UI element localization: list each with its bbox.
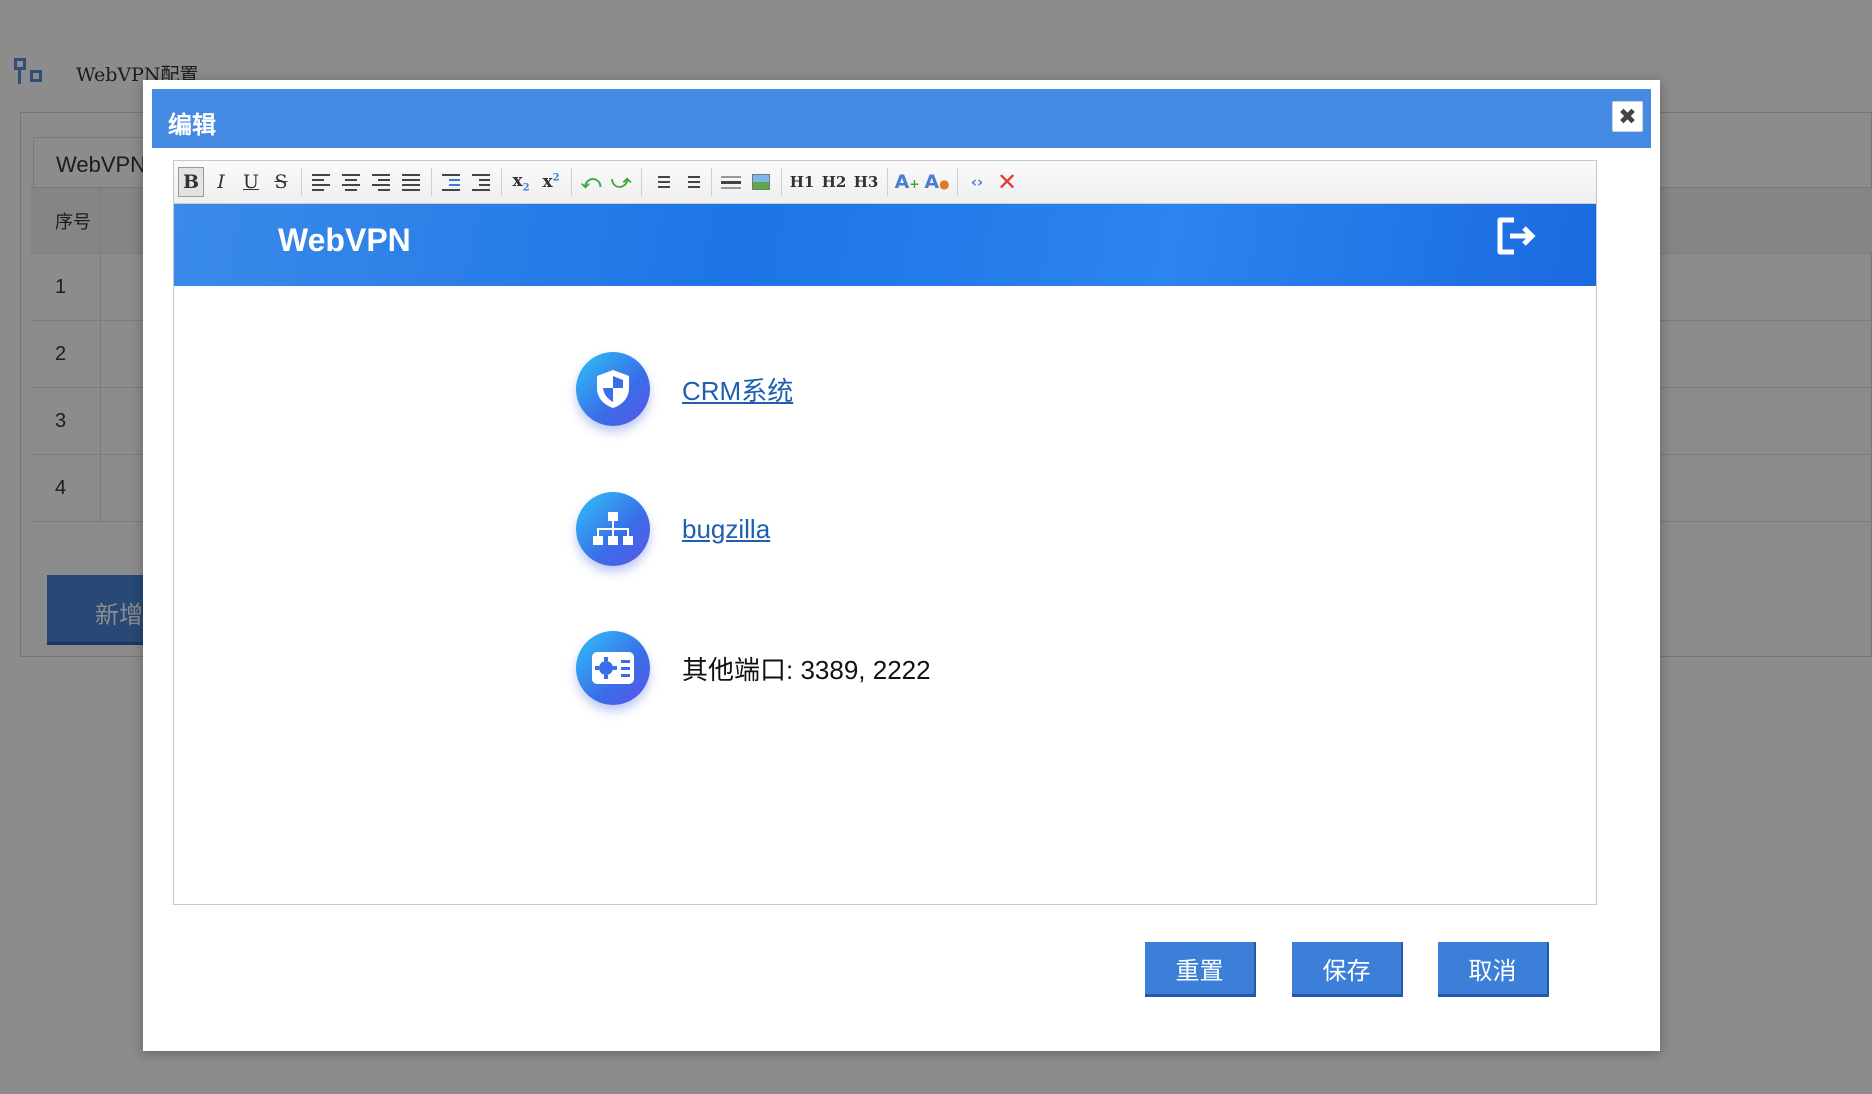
- toolbar-separator: [571, 168, 572, 196]
- save-button[interactable]: 保存: [1292, 942, 1403, 997]
- toolbar-separator: [957, 168, 958, 196]
- ordered-list-icon: [652, 176, 670, 188]
- align-right-icon: [372, 173, 390, 191]
- toolbar-separator: [501, 168, 502, 196]
- align-left-button[interactable]: [308, 167, 334, 197]
- align-right-button[interactable]: [368, 167, 394, 197]
- toolbar-separator: [711, 168, 712, 196]
- outdent-icon: [472, 173, 490, 191]
- cancel-button[interactable]: 取消: [1438, 942, 1549, 997]
- redo-button[interactable]: ⤻: [608, 167, 634, 197]
- horizontal-rule-button[interactable]: [718, 167, 744, 197]
- list-item: CRM系统: [576, 352, 793, 426]
- other-ports-text: 其他端口: 3389, 2222: [682, 654, 931, 685]
- align-justify-icon: [402, 173, 420, 191]
- ordered-list-button[interactable]: [648, 167, 674, 197]
- insert-image-button[interactable]: [748, 167, 774, 197]
- edit-dialog: 编辑 ✖ B I U S x2 x2 ⤺ ⤻ H1 H2 H3 A+ A● ‹›…: [143, 80, 1660, 1051]
- sitemap-icon: [576, 492, 650, 566]
- horizontal-rule-icon: [721, 175, 741, 189]
- indent-icon: [442, 173, 460, 191]
- italic-icon: I: [217, 171, 225, 193]
- toolbar-separator: [887, 168, 888, 196]
- outdent-button[interactable]: [468, 167, 494, 197]
- italic-button[interactable]: I: [208, 167, 234, 197]
- superscript-icon: x2: [542, 172, 560, 192]
- toolbar-separator: [431, 168, 432, 196]
- code-icon: ‹›: [970, 173, 984, 191]
- dialog-header: 编辑 ✖: [152, 89, 1651, 148]
- reset-button[interactable]: 重置: [1145, 942, 1256, 997]
- id-card-icon: [576, 631, 650, 705]
- unordered-list-icon: [682, 176, 700, 188]
- toolbar-separator: [301, 168, 302, 196]
- toolbar-separator: [641, 168, 642, 196]
- underline-button[interactable]: U: [238, 167, 264, 197]
- font-color-icon: A+: [894, 171, 920, 193]
- dialog-title: 编辑: [168, 112, 216, 139]
- bugzilla-link[interactable]: bugzilla: [682, 514, 770, 545]
- subscript-button[interactable]: x2: [508, 167, 534, 197]
- editor-content-area[interactable]: WebVPN CRM系统 bugzilla 其他端口: 3389, 2222: [174, 204, 1596, 904]
- underline-icon: U: [242, 171, 259, 193]
- close-button[interactable]: ✖: [1612, 101, 1643, 132]
- indent-button[interactable]: [438, 167, 464, 197]
- align-center-icon: [342, 173, 360, 191]
- close-icon: ✕: [996, 168, 1018, 196]
- webvpn-banner: WebVPN: [174, 204, 1596, 286]
- strikethrough-button[interactable]: S: [268, 167, 294, 197]
- align-center-button[interactable]: [338, 167, 364, 197]
- align-justify-button[interactable]: [398, 167, 424, 197]
- banner-title: WebVPN: [278, 222, 411, 258]
- redo-icon: ⤻: [610, 171, 632, 193]
- editor-toolbar: B I U S x2 x2 ⤺ ⤻ H1 H2 H3 A+ A● ‹› ✕: [174, 161, 1596, 204]
- undo-button[interactable]: ⤺: [578, 167, 604, 197]
- bold-icon: B: [182, 171, 200, 193]
- bold-button[interactable]: B: [178, 167, 204, 197]
- unordered-list-button[interactable]: [678, 167, 704, 197]
- toolbar-separator: [781, 168, 782, 196]
- heading-3-button[interactable]: H3: [852, 167, 880, 197]
- crm-link[interactable]: CRM系统: [682, 371, 793, 408]
- logout-icon[interactable]: [1494, 214, 1538, 258]
- subscript-icon: x2: [512, 170, 530, 194]
- image-icon: [752, 174, 770, 190]
- source-code-button[interactable]: ‹›: [964, 167, 990, 197]
- align-left-icon: [312, 173, 330, 191]
- clear-button[interactable]: ✕: [994, 167, 1020, 197]
- heading-1-button[interactable]: H1: [788, 167, 816, 197]
- undo-icon: ⤺: [580, 171, 602, 193]
- heading-2-button[interactable]: H2: [820, 167, 848, 197]
- remove-format-icon: A●: [924, 171, 950, 193]
- list-item: 其他端口: 3389, 2222: [576, 631, 931, 705]
- close-icon: ✖: [1618, 103, 1637, 129]
- strikethrough-icon: S: [274, 171, 288, 193]
- superscript-button[interactable]: x2: [538, 167, 564, 197]
- list-item: bugzilla: [576, 492, 770, 566]
- rich-text-editor[interactable]: B I U S x2 x2 ⤺ ⤻ H1 H2 H3 A+ A● ‹› ✕ We…: [173, 160, 1597, 905]
- remove-format-button[interactable]: A●: [924, 167, 950, 197]
- font-color-button[interactable]: A+: [894, 167, 920, 197]
- shield-icon: [576, 352, 650, 426]
